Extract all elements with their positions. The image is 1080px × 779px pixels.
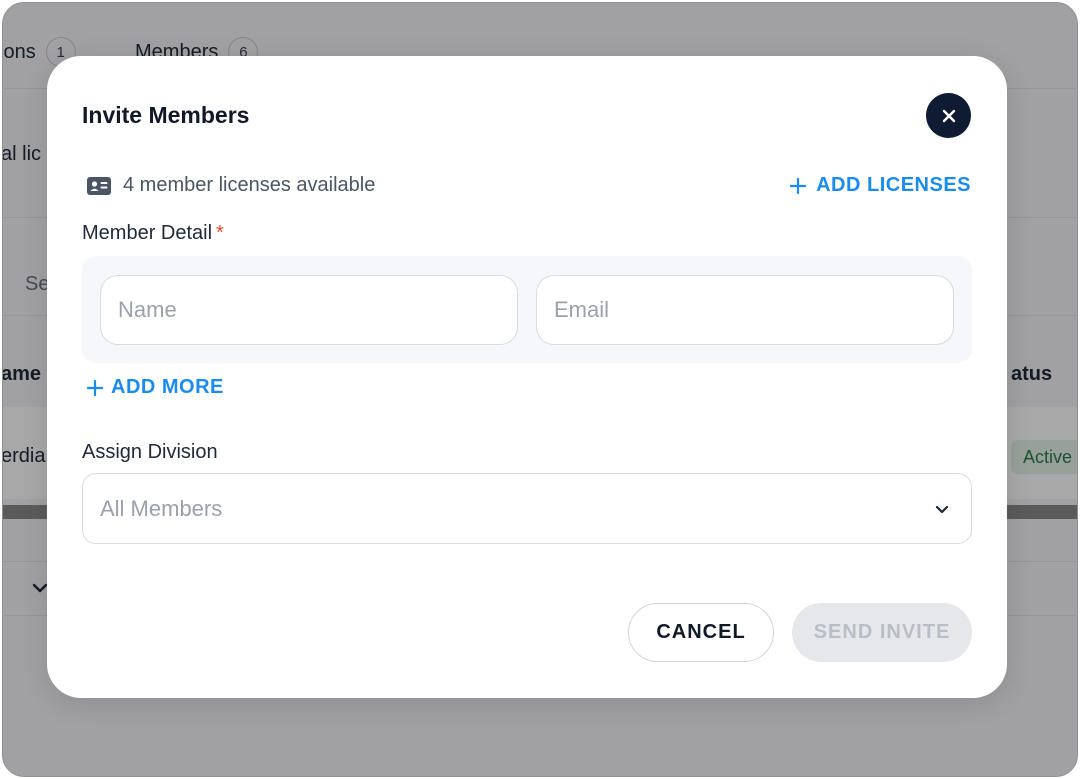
name-input[interactable]: Name	[100, 275, 518, 345]
required-indicator: *	[216, 222, 224, 244]
member-detail-group: Name Email	[82, 256, 972, 363]
plus-icon	[790, 177, 807, 194]
send-invite-button[interactable]: SEND INVITE	[792, 603, 972, 662]
plus-icon	[87, 379, 103, 396]
cancel-button[interactable]: CANCEL	[628, 603, 774, 662]
member-detail-label-text: Member Detail	[82, 222, 213, 244]
dialog-title: Invite Members	[82, 102, 250, 128]
member-detail-label: Member Detail *	[82, 222, 224, 245]
add-more-button[interactable]: ADD MORE	[87, 376, 224, 399]
assign-division-label: Assign Division	[82, 441, 218, 463]
division-select[interactable]: All Members	[82, 473, 972, 544]
add-more-label: ADD MORE	[111, 376, 224, 398]
chevron-down-icon	[935, 505, 949, 513]
close-icon	[942, 109, 955, 122]
license-info: 4 member licenses available	[87, 174, 375, 197]
name-placeholder: Name	[118, 297, 177, 322]
invite-members-dialog: Invite Members 4 member licenses availab…	[47, 56, 1007, 698]
id-card-icon	[87, 176, 111, 195]
licenses-available-text: 4 member licenses available	[123, 174, 376, 196]
add-licenses-button[interactable]: ADD LICENSES	[790, 174, 971, 197]
email-placeholder: Email	[554, 297, 610, 322]
division-selected-value: All Members	[100, 495, 223, 521]
add-licenses-label: ADD LICENSES	[816, 174, 971, 196]
email-input[interactable]: Email	[536, 275, 954, 345]
close-button[interactable]	[926, 93, 971, 138]
